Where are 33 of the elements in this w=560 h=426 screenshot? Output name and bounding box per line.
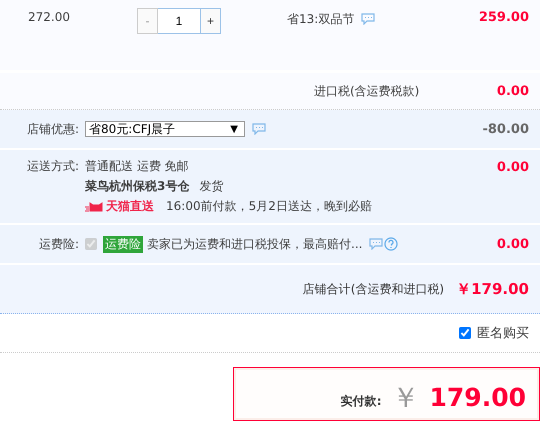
cat-logo-icon bbox=[85, 202, 105, 212]
discount-amount: -80.00 bbox=[482, 122, 529, 136]
help-icon[interactable] bbox=[384, 237, 398, 251]
direct-delivery-text: 天猫直送 bbox=[106, 198, 154, 215]
insurance-text: 卖家已为运费和进口税投保，最高赔付... bbox=[147, 236, 362, 252]
payment-label: 实付款: bbox=[340, 392, 382, 410]
chat-icon[interactable] bbox=[361, 13, 376, 25]
shipping-method: 普通配送 运费 免邮 bbox=[85, 158, 190, 175]
ship-text: 发货 bbox=[199, 178, 224, 195]
shop-discount-label: 店铺优惠: bbox=[26, 120, 80, 138]
chat-icon[interactable] bbox=[369, 238, 384, 250]
shop-total-amount: ￥179.00 bbox=[456, 280, 529, 298]
currency-symbol: ￥ bbox=[392, 384, 420, 412]
anonymous-checkbox[interactable] bbox=[459, 327, 471, 339]
import-tax-amount: 0.00 bbox=[496, 84, 529, 98]
promotion-text: 省13:双品节 bbox=[287, 11, 354, 28]
import-tax-label: 进口税(含运费税款) bbox=[314, 82, 420, 100]
insurance-label: 运费险: bbox=[38, 236, 80, 252]
delivery-note: 16:00前付款，5月2日送达，晚到必赔 bbox=[166, 198, 372, 215]
unit-price: 272.00 bbox=[27, 10, 71, 24]
warehouse-name: 菜鸟杭州保税3号仓 bbox=[85, 178, 190, 195]
increase-button[interactable]: + bbox=[200, 8, 221, 34]
payment-amount: 179.00 bbox=[430, 384, 526, 412]
chat-icon[interactable] bbox=[252, 123, 266, 135]
shipping-amount: 0.00 bbox=[496, 160, 529, 175]
quantity-field[interactable]: 1 bbox=[158, 8, 200, 34]
shop-total-label: 店铺合计(含运费和进口税) bbox=[302, 280, 444, 298]
shipping-label: 运送方式: bbox=[26, 158, 80, 175]
insurance-amount: 0.00 bbox=[496, 236, 529, 252]
anonymous-label: 匿名购买 bbox=[477, 325, 529, 342]
item-amount: 259.00 bbox=[478, 10, 529, 25]
discount-select[interactable]: 省80元:CFJ晨子 ▼ bbox=[85, 121, 245, 137]
insurance-tag: 运费险 bbox=[103, 236, 143, 252]
